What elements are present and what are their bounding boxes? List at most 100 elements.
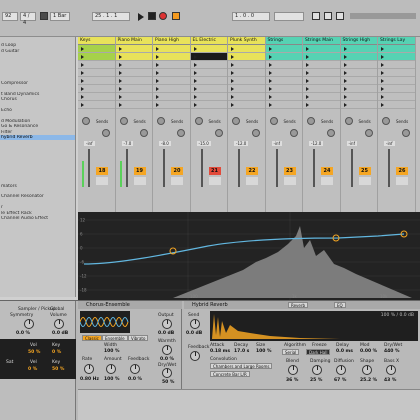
clip-launch-icon[interactable] [231, 95, 234, 99]
clip-slot[interactable] [153, 77, 190, 85]
clip-slot[interactable] [153, 101, 190, 109]
diffusion-knob[interactable] [336, 365, 346, 375]
clip-launch-icon[interactable] [231, 63, 234, 67]
clip-launch-icon[interactable] [231, 71, 234, 75]
clip-launch-icon[interactable] [268, 103, 272, 107]
clip-launch-icon[interactable] [381, 79, 384, 83]
clip-slot[interactable] [340, 53, 377, 61]
clip-slot[interactable] [265, 101, 302, 109]
clip-slot[interactable] [78, 45, 115, 53]
clip-launch-icon[interactable] [156, 71, 159, 75]
clip-slot[interactable] [78, 69, 115, 77]
clip-launch-icon[interactable] [306, 87, 309, 91]
volume-readout[interactable]: -12.0 [309, 141, 324, 146]
arrangement-position[interactable]: 25 . 1 . 1 [92, 12, 130, 21]
clip-launch-icon[interactable] [381, 47, 384, 51]
eq-spectrum-graph[interactable]: 1260-6-12-18 100 1k 10k [78, 212, 420, 300]
send-b-knob[interactable] [177, 129, 185, 137]
clip-launch-icon[interactable] [193, 71, 197, 75]
volume-readout[interactable]: -8.0 [159, 141, 171, 146]
shape-knob[interactable] [362, 365, 372, 375]
clip-launch-icon[interactable] [81, 103, 84, 107]
ir-category-select[interactable]: Chambers and Large Rooms [210, 363, 273, 369]
chorus-title[interactable]: Chorus-Ensemble [78, 301, 182, 309]
clip-slot[interactable] [340, 77, 377, 85]
clip-slot[interactable] [228, 77, 265, 85]
send-b-knob[interactable] [252, 129, 260, 137]
clip-slot[interactable] [340, 93, 377, 101]
chorus-drywet-knob[interactable] [162, 368, 172, 378]
clip-slot[interactable] [265, 77, 302, 85]
clip-launch-icon[interactable] [118, 71, 122, 75]
clip-launch-icon[interactable] [193, 87, 197, 91]
stop-icon[interactable] [148, 12, 156, 20]
track-title[interactable]: Piano High [153, 37, 190, 45]
clip-launch-icon[interactable] [343, 47, 347, 51]
key-map-icon[interactable] [324, 12, 332, 20]
clip-slot[interactable] [378, 53, 415, 61]
clip-slot[interactable] [378, 85, 415, 93]
volume-readout[interactable]: -inf [84, 141, 95, 146]
delay-value[interactable]: 0.0 ms [336, 349, 353, 354]
clip-launch-icon[interactable] [268, 71, 272, 75]
clip-launch-icon[interactable] [156, 103, 159, 107]
clip-launch-icon[interactable] [118, 87, 122, 91]
clip-slot[interactable] [265, 85, 302, 93]
clip-slot[interactable] [303, 77, 340, 85]
clip-slot[interactable] [190, 101, 227, 109]
mod-value[interactable]: 0.00 % [360, 349, 377, 354]
clip-launch-icon[interactable] [306, 95, 309, 99]
track-number-button[interactable]: 25 [358, 167, 371, 175]
clip-launch-icon[interactable] [381, 95, 384, 99]
volume-readout[interactable]: -15.0 [196, 141, 211, 146]
solo-button[interactable] [283, 177, 296, 185]
output-knob[interactable] [162, 319, 172, 329]
track-title[interactable]: Strings High [340, 37, 377, 45]
clip-launch-icon[interactable] [156, 63, 159, 67]
clip-launch-icon[interactable] [268, 47, 272, 51]
clip-slot[interactable] [303, 85, 340, 93]
clip-slot[interactable] [115, 101, 152, 109]
clip-slot[interactable] [303, 101, 340, 109]
clip-slot[interactable] [378, 77, 415, 85]
solo-button[interactable] [358, 177, 371, 185]
send-b-knob[interactable] [327, 129, 335, 137]
track-number-button[interactable]: 24 [321, 167, 333, 175]
clip-launch-icon[interactable] [343, 87, 347, 91]
symmetry-knob[interactable] [24, 319, 34, 329]
clip-slot[interactable] [228, 45, 265, 53]
loop-length[interactable] [274, 12, 304, 21]
reverb-drywet-value[interactable]: 440 % [384, 349, 399, 354]
send-b-knob[interactable] [214, 129, 223, 137]
clip-slot[interactable] [115, 69, 152, 77]
send-b-knob[interactable] [402, 129, 410, 137]
send-a-knob[interactable] [269, 117, 278, 125]
clip-launch-icon[interactable] [268, 55, 272, 59]
volume-knob[interactable] [54, 319, 64, 329]
amount-knob[interactable] [106, 364, 116, 374]
loop-start[interactable]: 1 . 0 . 0 [232, 12, 270, 21]
clip-launch-icon[interactable] [118, 47, 122, 51]
clip-slot[interactable] [228, 101, 265, 109]
clip-launch-icon[interactable] [193, 55, 197, 59]
volume-fader[interactable] [238, 149, 240, 187]
clip-launch-icon[interactable] [306, 79, 309, 83]
width-value[interactable]: 100 % [104, 349, 119, 354]
clip-slot[interactable] [265, 53, 302, 61]
clip-slot[interactable] [265, 93, 302, 101]
send-a-knob[interactable] [82, 117, 90, 125]
clip-slot[interactable] [265, 45, 302, 53]
volume-fader[interactable] [275, 149, 278, 187]
tempo-field[interactable]: 92 [2, 12, 18, 21]
clip-slot[interactable] [303, 53, 340, 61]
metronome-icon[interactable] [40, 12, 48, 20]
volume-fader[interactable] [125, 149, 128, 187]
quantize-select[interactable]: 1 Bar [50, 12, 70, 21]
clip-launch-icon[interactable] [231, 87, 234, 91]
clip-launch-icon[interactable] [193, 95, 197, 99]
tab-eq[interactable]: EQ [334, 302, 346, 308]
feedback-knob[interactable] [130, 364, 140, 374]
tab-reverb[interactable]: Reverb [288, 302, 309, 308]
clip-slot[interactable] [190, 61, 227, 69]
clip-launch-icon[interactable] [306, 63, 309, 67]
